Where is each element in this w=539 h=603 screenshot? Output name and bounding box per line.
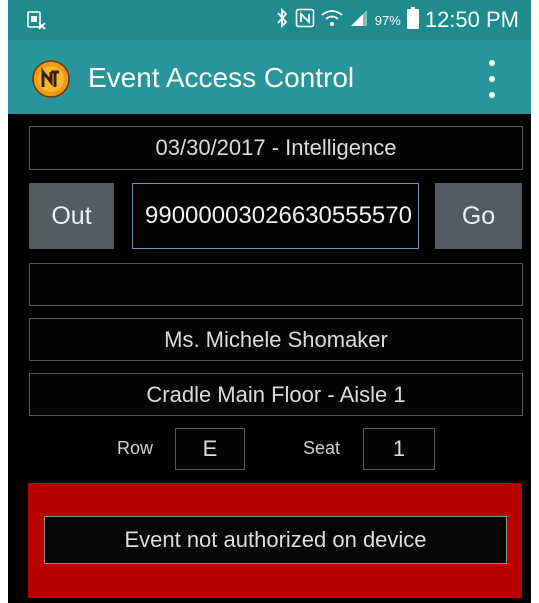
overflow-menu-icon[interactable] bbox=[486, 56, 498, 102]
bluetooth-icon bbox=[275, 7, 289, 33]
barcode-input[interactable]: 99000003026630555570 bbox=[132, 183, 419, 249]
app-screen: 97% 12:50 PM Event Access Control 03/30/… bbox=[8, 0, 531, 603]
battery-icon bbox=[406, 6, 419, 34]
no-sim-icon bbox=[26, 10, 46, 30]
event-title-field: 03/30/2017 - Intelligence bbox=[29, 126, 523, 170]
patron-name-field: Ms. Michele Shomaker bbox=[29, 318, 523, 361]
battery-percent: 97% bbox=[374, 12, 401, 28]
seat-value-field: 1 bbox=[363, 428, 435, 470]
row-label: Row bbox=[117, 438, 154, 458]
seat-label: Seat bbox=[303, 438, 341, 458]
signal-icon bbox=[349, 8, 369, 33]
section-field: Cradle Main Floor - Aisle 1 bbox=[29, 373, 523, 416]
app-bar: Event Access Control bbox=[8, 40, 531, 114]
app-title: Event Access Control bbox=[88, 62, 355, 93]
wifi-icon bbox=[321, 8, 343, 33]
clock: 12:50 PM bbox=[424, 7, 519, 32]
nfc-icon bbox=[295, 8, 315, 33]
status-icons: 97% 12:50 PM bbox=[275, 6, 519, 34]
go-button[interactable]: Go bbox=[435, 183, 522, 249]
alert-message: Event not authorized on device bbox=[44, 516, 507, 564]
message-field bbox=[29, 263, 523, 306]
out-button[interactable]: Out bbox=[29, 183, 114, 249]
app-logo-icon bbox=[32, 60, 70, 98]
row-value-field: E bbox=[175, 428, 245, 470]
status-bar: 97% 12:50 PM bbox=[8, 0, 531, 40]
